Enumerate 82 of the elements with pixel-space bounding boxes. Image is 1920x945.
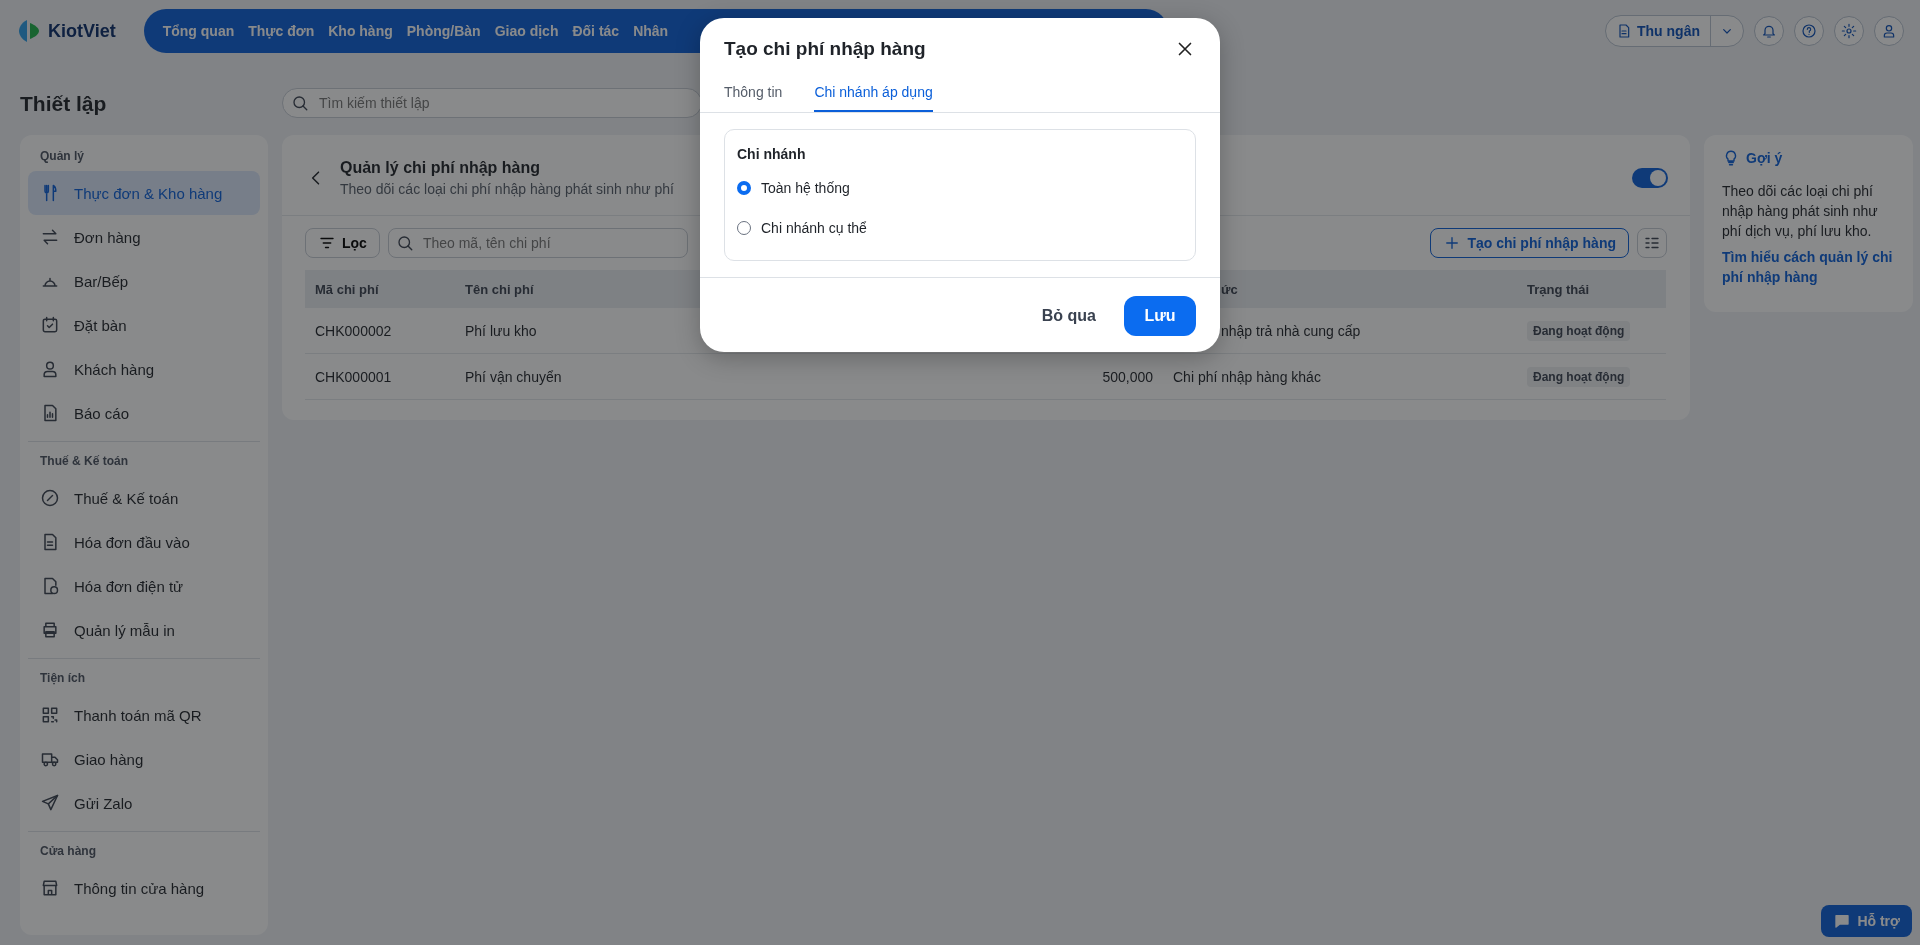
support-button[interactable]: Hỗ trợ [1821, 905, 1912, 937]
search-icon [291, 94, 309, 112]
columns-button[interactable] [1637, 228, 1667, 258]
chat-icon [1833, 912, 1852, 930]
create-button[interactable]: Tạo chi phí nhập hàng [1430, 228, 1629, 258]
tab[interactable]: Thông tin [724, 84, 783, 112]
sidebar-item[interactable]: Thực đơn & Kho hàng [28, 171, 260, 215]
column-header: Trạng thái [1527, 281, 1590, 297]
sidebar-item[interactable]: Gửi Zalo [28, 781, 260, 825]
nav-item[interactable]: Phòng/Bàn [399, 23, 488, 39]
section-heading: Cửa hàng [39, 844, 98, 860]
page-title: Thiết lập [20, 92, 108, 117]
table-cell: CHK000001 [315, 368, 392, 385]
sidebar-item[interactable]: Thuế & Kế toán [28, 476, 260, 520]
store-icon [40, 878, 60, 898]
cancel-button[interactable]: Bỏ qua [1035, 306, 1102, 326]
table-cell: Chi phí nhập hàng khác [1173, 368, 1321, 385]
sidebar-item[interactable]: Báo cáo [28, 391, 260, 435]
help-link[interactable]: Tìm hiểu cách quản lý chi phí nhập hàng [1722, 247, 1895, 287]
qr-icon [40, 705, 60, 725]
help-button[interactable] [1794, 16, 1824, 46]
table-cell: Phí lưu kho [465, 322, 537, 339]
printer-icon [40, 620, 60, 640]
nav-item[interactable]: Giao dịch [487, 23, 566, 39]
status-badge: Đang hoạt động [1527, 320, 1631, 341]
nav-item[interactable]: Kho hàng [321, 23, 400, 39]
hint-text: Theo dõi các loại chi phí nhập hàng phát sinh như phí dịch vụ, phí lưu kho. [1722, 182, 1879, 241]
column-header: Tên chi phí [465, 281, 534, 297]
sidebar-item[interactable]: Giao hàng [28, 737, 260, 781]
group-label: Chi nhánh [737, 146, 807, 162]
sidebar-item[interactable]: Bar/Bếp [28, 259, 260, 303]
help-icon [1801, 23, 1817, 39]
sidebar-item[interactable]: Khách hàng [28, 347, 260, 391]
logo-icon [16, 18, 42, 44]
column-header: ức [1221, 281, 1238, 297]
settings-icon [1841, 23, 1857, 39]
user-button[interactable] [1874, 16, 1904, 46]
sidebar-item[interactable]: Hóa đơn điện tử [28, 564, 260, 608]
dialog-title: Tạo chi phí nhập hàng [724, 38, 926, 60]
nav-item[interactable]: Nhân [626, 23, 676, 39]
brand-name: KiotViet [48, 20, 116, 42]
table-cell: nhập trả nhà cung cấp [1221, 322, 1361, 339]
table-cell: Phí vận chuyển [465, 368, 562, 385]
sidebar-item[interactable]: Thông tin cửa hàng [28, 866, 260, 910]
sidebar-item[interactable]: Thanh toán mã QR [28, 693, 260, 737]
sidebar-item[interactable]: Đặt bàn [28, 303, 260, 347]
person-icon [1881, 23, 1897, 39]
sidebar-item[interactable]: Hóa đơn đầu vào [28, 520, 260, 564]
radio-option[interactable]: Toàn hệ thống [737, 168, 850, 208]
arrows-icon [40, 227, 60, 247]
bell-icon [1761, 23, 1777, 39]
status-badge: Đang hoạt động [1527, 366, 1631, 387]
filter-button[interactable]: Lọc [305, 228, 380, 258]
toggle-switch[interactable] [1632, 168, 1668, 188]
sidebar-item[interactable]: Đơn hàng [28, 215, 260, 259]
nav-item[interactable]: Đối tác [565, 23, 627, 39]
table-cell: 500,000 [1102, 368, 1153, 385]
table-cell: CHK000002 [315, 322, 392, 339]
nav-item[interactable]: Tổng quan [155, 23, 242, 39]
section-heading: Tiện ích [39, 671, 87, 687]
section-heading: Thuế & Kế toán [39, 454, 129, 470]
hint-title: Gợi ý [1746, 150, 1783, 166]
search-field[interactable]: Tìm kiếm thiết lập [282, 88, 702, 118]
send-icon [40, 793, 60, 813]
radio-button[interactable] [737, 181, 751, 195]
save-button[interactable]: Lưu [1124, 296, 1196, 336]
panel-title: Quản lý chi phí nhập hàng [340, 159, 540, 176]
sidebar-item[interactable]: Quản lý mẫu in [28, 608, 260, 652]
settings-button[interactable] [1834, 16, 1864, 46]
calendar-icon [40, 315, 60, 335]
radio-option[interactable]: Chi nhánh cụ thể [737, 208, 867, 248]
document-icon [1616, 23, 1632, 39]
bell-button[interactable] [1754, 16, 1784, 46]
tab[interactable]: Chi nhánh áp dụng [814, 84, 933, 112]
search-icon [395, 234, 414, 252]
panel-subtitle: Theo dõi các loại chi phí nhập hàng phát sinh như phí [340, 181, 674, 197]
cashier-button[interactable]: Thu ngân [1605, 15, 1744, 47]
nav-item[interactable]: Thực đơn [241, 23, 322, 39]
section-heading: Quản lý [39, 149, 85, 165]
search-field[interactable]: Theo mã, tên chi phí [387, 228, 688, 258]
column-header: Mã chi phí [315, 281, 379, 297]
person-icon [40, 359, 60, 379]
